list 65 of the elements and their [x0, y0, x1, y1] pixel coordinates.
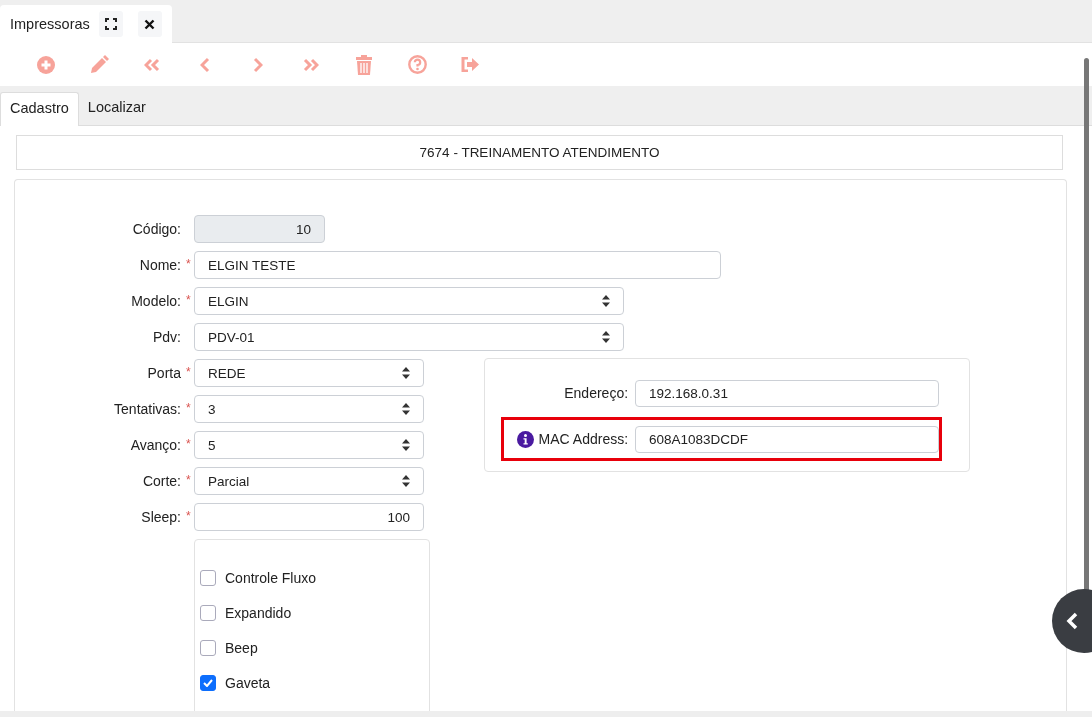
field-label: Código: — [132, 221, 181, 237]
field-label: Nome: — [139, 257, 181, 273]
document-tab[interactable]: Impressoras — [0, 5, 172, 43]
select-field[interactable]: REDE — [194, 359, 424, 387]
input-field[interactable]: 192.168.0.31 — [635, 379, 939, 407]
tab[interactable]: Localizar — [78, 92, 155, 126]
sort-icon — [402, 367, 410, 379]
field-label: Porta — [147, 365, 181, 381]
required-asterisk: * — [186, 365, 192, 381]
delete-button[interactable] — [354, 52, 374, 77]
input-field[interactable]: ELGIN TESTE — [194, 251, 721, 279]
required-asterisk: * — [186, 473, 192, 489]
help-button[interactable] — [407, 52, 427, 77]
sort-icon — [402, 439, 410, 451]
field-label: Avanço: — [130, 437, 181, 453]
plus-circle-icon — [37, 55, 55, 74]
check-icon — [203, 679, 213, 687]
field-label: Tentativas: — [114, 401, 181, 417]
chevron-left-icon — [200, 56, 210, 73]
tab-title: Impressoras — [10, 16, 90, 32]
required-asterisk: * — [186, 257, 192, 273]
input-field[interactable]: 608A1083DCDF — [635, 425, 939, 453]
select-field[interactable]: PDV-01 — [194, 323, 624, 351]
checkbox-label: Beep — [225, 640, 258, 656]
sort-icon — [602, 331, 610, 343]
required-asterisk: * — [186, 293, 192, 309]
select-field[interactable]: Parcial — [194, 467, 424, 495]
checkbox-label: Expandido — [225, 605, 292, 621]
pencil-icon — [89, 54, 109, 75]
trash-icon — [356, 54, 372, 75]
field-label: Pdv: — [153, 329, 181, 345]
chevron-left-icon — [1066, 612, 1078, 630]
double-chevron-left-icon — [144, 57, 160, 72]
expand-icon — [104, 18, 117, 30]
required-asterisk: * — [186, 401, 192, 417]
chevron-right-icon — [253, 56, 263, 73]
required-asterisk: * — [186, 509, 192, 525]
input-field[interactable]: 100 — [194, 503, 424, 531]
checkbox[interactable] — [200, 675, 216, 691]
sort-icon — [602, 295, 610, 307]
double-chevron-right-icon — [303, 57, 319, 72]
tab[interactable]: Cadastro — [0, 92, 79, 126]
checkbox-label: Gaveta — [225, 675, 271, 691]
field-label: Modelo: — [131, 293, 181, 309]
checkbox[interactable] — [200, 570, 216, 586]
sort-icon — [402, 403, 410, 415]
sign-out-icon — [460, 57, 480, 72]
company-header: 7674 - TREINAMENTO ATENDIMENTO — [16, 135, 1063, 170]
field-label: Endereço: — [564, 385, 629, 401]
field-label: MAC Address: — [538, 431, 629, 447]
select-field[interactable]: 3 — [194, 395, 424, 423]
code-field: 10 — [194, 215, 325, 243]
checkbox[interactable] — [200, 605, 216, 621]
required-asterisk: * — [186, 437, 192, 453]
checkbox-label: Controle Fluxo — [225, 570, 317, 586]
select-field[interactable]: ELGIN — [194, 287, 624, 315]
close-icon — [144, 18, 156, 30]
maximize-button[interactable] — [98, 11, 123, 37]
checkbox[interactable] — [200, 640, 216, 656]
help-icon — [407, 55, 427, 74]
select-field[interactable]: 5 — [194, 431, 424, 459]
sort-icon — [402, 475, 410, 487]
field-label: Corte: — [142, 473, 181, 489]
field-label: Sleep: — [141, 509, 181, 525]
close-button[interactable] — [137, 11, 162, 37]
